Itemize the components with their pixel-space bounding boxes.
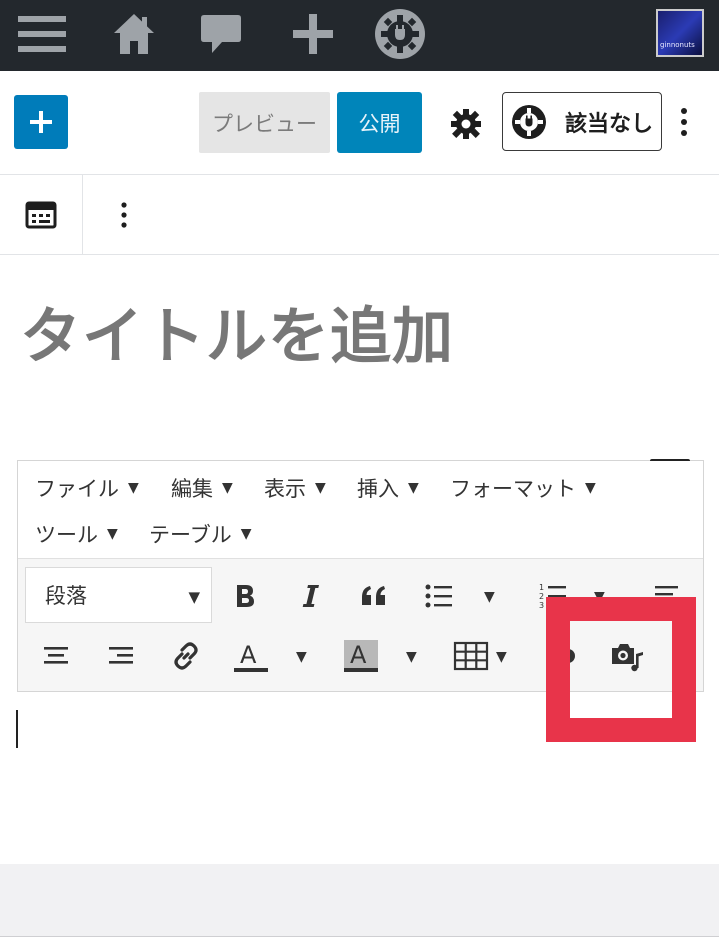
caret-down-icon[interactable]: ▼ (496, 649, 507, 665)
svg-text:3: 3 (539, 601, 544, 610)
bold-icon (237, 585, 254, 607)
menu-format[interactable]: フォーマット ▼ (450, 473, 596, 503)
caret-down-icon: ▼ (128, 480, 139, 496)
svg-text:A: A (240, 641, 257, 669)
menu-edit[interactable]: 編集 ▼ (171, 473, 233, 503)
bullet-list-button[interactable] (417, 574, 461, 618)
menu-file[interactable]: ファイル ▼ (35, 473, 139, 503)
caret-down-icon: ▼ (585, 480, 596, 496)
plugin-button[interactable]: 該当なし (502, 92, 662, 151)
caret-down-icon: ▼ (315, 480, 326, 496)
plugin-gear-icon (512, 104, 546, 139)
text-color-icon: A (234, 641, 268, 672)
caret-down-icon[interactable]: ▼ (406, 649, 417, 665)
blockquote-icon (362, 586, 385, 605)
highlight-box (546, 597, 696, 742)
home-icon[interactable] (106, 8, 162, 60)
svg-text:A: A (350, 641, 367, 669)
admin-bar: ginnonuts (0, 0, 719, 71)
editor-header: プレビュー 公開 該当なし (0, 71, 719, 175)
text-color-button[interactable]: A (229, 634, 273, 678)
caret-down-icon: ▼ (188, 588, 200, 606)
bullet-list-icon (425, 584, 452, 608)
text-cursor (16, 710, 18, 748)
plus-icon (30, 111, 52, 133)
block-more-options-icon[interactable] (108, 195, 140, 235)
menu-view[interactable]: 表示 ▼ (264, 473, 326, 503)
menu-icon[interactable] (14, 8, 70, 60)
caret-down-icon[interactable]: ▼ (484, 589, 495, 605)
menu-tools[interactable]: ツール ▼ (35, 519, 118, 549)
editor-menubar: ファイル ▼ 編集 ▼ 表示 ▼ 挿入 ▼ フォーマット ▼ ツール ▼ テーブル ▼ (18, 461, 703, 559)
preview-button[interactable]: プレビュー (199, 92, 330, 153)
caret-down-icon: ▼ (107, 526, 118, 542)
svg-text:1: 1 (539, 583, 544, 592)
format-select[interactable]: 段落 ▼ (25, 567, 212, 623)
background-color-icon: A (344, 640, 378, 672)
italic-icon (302, 585, 319, 607)
caret-down-icon: ▼ (408, 480, 419, 496)
avatar[interactable]: ginnonuts (656, 9, 704, 57)
italic-button[interactable] (288, 574, 332, 618)
table-button[interactable] (449, 634, 493, 678)
plus-icon[interactable] (285, 8, 341, 60)
link-button[interactable] (164, 634, 208, 678)
blockquote-button[interactable] (352, 574, 396, 618)
align-center-button[interactable] (34, 634, 78, 678)
menu-insert[interactable]: 挿入 ▼ (357, 473, 419, 503)
align-center-icon (44, 647, 68, 664)
background-color-button[interactable]: A (339, 634, 383, 678)
settings-gear-icon[interactable] (446, 104, 486, 144)
caret-down-icon: ▼ (222, 480, 233, 496)
classic-block-icon[interactable] (0, 175, 83, 255)
caret-down-icon: ▼ (240, 526, 252, 542)
link-icon (174, 642, 198, 670)
format-select-value: 段落 (45, 584, 87, 608)
plugin-button-label: 該当なし (565, 111, 654, 137)
svg-text:2: 2 (539, 592, 544, 601)
publish-button[interactable]: 公開 (337, 92, 422, 153)
post-title-placeholder[interactable]: タイトルを追加 (20, 286, 454, 375)
add-block-button[interactable] (14, 95, 68, 149)
table-icon (453, 641, 489, 671)
block-toolbar (0, 175, 719, 255)
plugin-gear-icon[interactable] (372, 8, 428, 60)
more-options-icon[interactable] (672, 102, 696, 142)
menu-table[interactable]: テーブル ▼ (149, 519, 252, 549)
avatar-text: ginnonuts (660, 41, 695, 49)
align-right-icon (109, 647, 133, 664)
footer-area (0, 864, 719, 937)
caret-down-icon[interactable]: ▼ (296, 649, 307, 665)
bold-button[interactable] (223, 574, 267, 618)
comment-icon[interactable] (193, 8, 249, 60)
align-right-button[interactable] (99, 634, 143, 678)
